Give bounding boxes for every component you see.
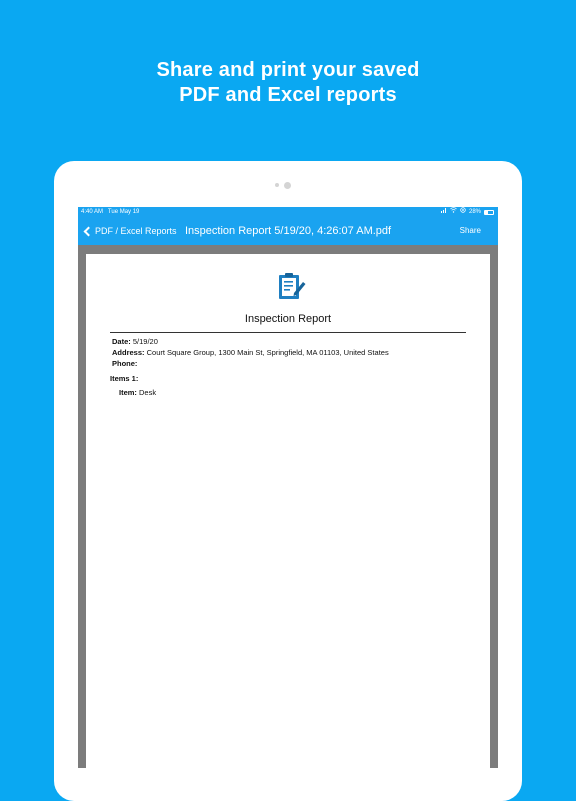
headline-line-1: Share and print your saved (156, 59, 420, 81)
date-label: Date: (112, 337, 131, 346)
status-indicators: 28% (440, 207, 494, 217)
headline-line-2: PDF and Excel reports (179, 84, 397, 106)
back-button-label: PDF / Excel Reports (95, 226, 177, 236)
address-value: Court Square Group, 1300 Main St, Spring… (146, 348, 389, 357)
back-button[interactable]: PDF / Excel Reports (83, 217, 177, 245)
items-heading: Items 1: (110, 374, 139, 383)
camera-dot (284, 182, 291, 189)
status-time: 4:40 AM (81, 209, 104, 215)
address-label: Address: (112, 348, 145, 357)
report-title: Inspection Report (244, 313, 332, 325)
address-field: Address: Court Square Group, 1300 Main S… (112, 348, 389, 357)
location-icon (460, 207, 466, 217)
date-value: 5/19/20 (132, 337, 158, 346)
phone-label: Phone: (112, 359, 138, 368)
chevron-left-icon (83, 226, 94, 236)
title-divider (110, 332, 466, 333)
item-value: Desk (139, 388, 157, 397)
clipboard-edit-icon (275, 271, 307, 303)
battery-icon (484, 209, 494, 215)
date-field: Date: 5/19/20 (112, 337, 158, 346)
tablet-screen: 4:40 AM Tue May 19 28% PDF / Excel Repor… (78, 207, 498, 768)
item-row: Item: Desk (119, 388, 156, 397)
signal-icon (440, 207, 447, 217)
wifi-icon (450, 207, 457, 217)
pdf-page: Inspection Report Date: 5/19/20 Address:… (86, 254, 490, 768)
status-time-date: 4:40 AM Tue May 19 (81, 207, 139, 217)
battery-percent: 28% (468, 209, 481, 215)
status-date: Tue May 19 (107, 209, 140, 215)
status-bar: 4:40 AM Tue May 19 28% (78, 207, 498, 217)
phone-field: Phone: (112, 359, 137, 368)
document-title: Inspection Report 5/19/20, 4:26:07 AM.pd… (185, 225, 392, 237)
share-button[interactable]: Share (460, 217, 481, 245)
navigation-bar: PDF / Excel Reports Inspection Report 5/… (78, 217, 498, 245)
marketing-headline: Share and print your saved PDF and Excel… (0, 58, 576, 108)
item-label: Item: (119, 388, 137, 397)
camera-sensor-dot (275, 183, 279, 187)
